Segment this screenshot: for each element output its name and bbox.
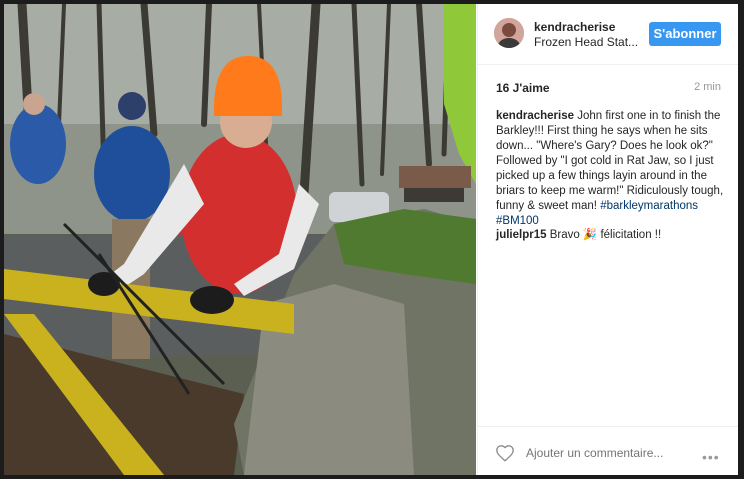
avatar-image [494,18,524,48]
location-link[interactable]: Frozen Head Stat... [534,35,638,49]
caption-text: John first one in to finish the Barkley!… [496,110,724,212]
post-modal: kendracherise Frozen Head Stat... S'abon… [4,4,738,475]
add-comment-input[interactable] [526,446,686,460]
post-sidebar: kendracherise Frozen Head Stat... S'abon… [477,4,738,475]
hashtag-barkley[interactable]: #barkleymarathons [600,200,698,212]
more-options-icon[interactable]: ••• [702,449,720,465]
comment-username[interactable]: julielpr15 [496,229,547,241]
post-footer: ••• [478,426,738,475]
heart-icon[interactable] [495,444,515,462]
post-photo[interactable] [4,4,476,475]
post-timestamp: 2 min [694,81,721,93]
comment-text: Bravo 🎉 félicitation !! [546,229,662,241]
hashtag-bm100[interactable]: #BM100 [496,215,539,227]
username-link[interactable]: kendracherise [534,20,615,34]
caption-username[interactable]: kendracherise [496,110,574,122]
caption: kendracherise John first one in to finis… [496,109,728,229]
comment: julielpr15 Bravo 🎉 félicitation !! [496,228,728,243]
post-header: kendracherise Frozen Head Stat... S'abon… [478,4,738,65]
runner-photo-illustration [4,4,476,475]
follow-button[interactable]: S'abonner [649,22,721,46]
avatar[interactable] [494,18,524,48]
likes-count[interactable]: 16 J'aime [496,81,550,95]
